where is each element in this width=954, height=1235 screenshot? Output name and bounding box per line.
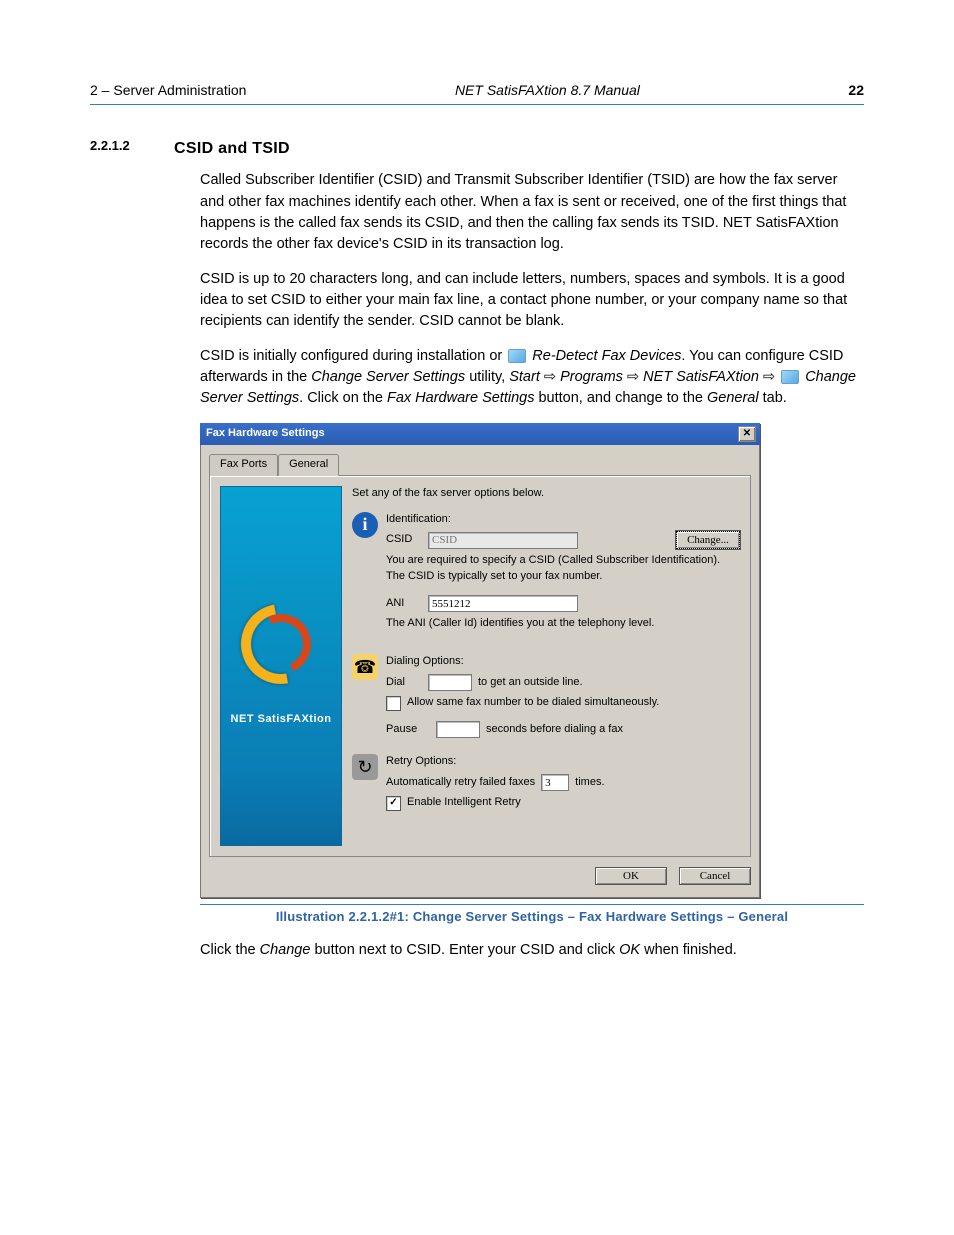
dial-suffix: to get an outside line. bbox=[478, 675, 583, 691]
doc-icon bbox=[508, 349, 526, 363]
header-center: NET SatisFAXtion 8.7 Manual bbox=[246, 80, 848, 100]
tab-fax-ports[interactable]: Fax Ports bbox=[209, 454, 278, 476]
tab-general[interactable]: General bbox=[278, 454, 339, 476]
dialing-block: ☎ Dialing Options: Dial to get an outsid… bbox=[352, 654, 740, 742]
header-left: 2 – Server Administration bbox=[90, 80, 246, 100]
fax-hardware-settings-dialog: Fax Hardware Settings ✕ Fax Ports Genera… bbox=[200, 423, 760, 898]
pause-label: Pause bbox=[386, 722, 430, 738]
side-label: NET SatisFAXtion bbox=[231, 712, 332, 728]
page-header: 2 – Server Administration NET SatisFAXti… bbox=[90, 80, 864, 105]
retry-icon: ↻ bbox=[352, 754, 378, 780]
csid-label: CSID bbox=[386, 532, 422, 548]
intro-text: Set any of the fax server options below. bbox=[352, 486, 740, 502]
ani-input[interactable] bbox=[428, 595, 578, 612]
intelligent-retry-label: Enable Intelligent Retry bbox=[407, 795, 521, 811]
paragraph-after: Click the Change button next to CSID. En… bbox=[200, 940, 864, 961]
tabstrip: Fax Ports General bbox=[209, 453, 751, 475]
auto-retry-suffix: times. bbox=[575, 775, 604, 791]
csid-help: You are required to specify a CSID (Call… bbox=[386, 553, 740, 585]
retry-heading: Retry Options: bbox=[386, 754, 740, 770]
paragraph-3: CSID is initially configured during inst… bbox=[200, 346, 864, 409]
section-number: 2.2.1.2 bbox=[90, 137, 146, 160]
pause-input[interactable] bbox=[436, 721, 480, 738]
ok-button[interactable]: OK bbox=[595, 867, 667, 885]
auto-retry-label: Automatically retry failed faxes bbox=[386, 775, 535, 791]
page-number: 22 bbox=[848, 80, 864, 100]
allow-same-label: Allow same fax number to be dialed simul… bbox=[407, 695, 659, 711]
csid-input[interactable] bbox=[428, 532, 578, 549]
close-icon[interactable]: ✕ bbox=[738, 426, 756, 442]
swirl-logo-icon bbox=[241, 604, 321, 684]
side-panel: NET SatisFAXtion bbox=[220, 486, 342, 846]
paragraph-1: Called Subscriber Identifier (CSID) and … bbox=[200, 170, 864, 254]
allow-same-checkbox[interactable] bbox=[386, 696, 401, 711]
dialing-heading: Dialing Options: bbox=[386, 654, 740, 670]
ani-label: ANI bbox=[386, 596, 422, 612]
identification-block: i Identification: CSID Change... You are… bbox=[352, 512, 740, 643]
identification-heading: Identification: bbox=[386, 512, 740, 528]
retry-block: ↻ Retry Options: Automatically retry fai… bbox=[352, 754, 740, 815]
dial-input[interactable] bbox=[428, 674, 472, 691]
phone-icon: ☎ bbox=[352, 654, 378, 680]
dialog-title: Fax Hardware Settings bbox=[206, 426, 738, 442]
section-heading: 2.2.1.2 CSID and TSID bbox=[90, 137, 864, 160]
pause-suffix: seconds before dialing a fax bbox=[486, 722, 623, 738]
dialog-button-row: OK Cancel bbox=[209, 867, 751, 885]
dial-label: Dial bbox=[386, 675, 422, 691]
intelligent-retry-checkbox[interactable] bbox=[386, 796, 401, 811]
figure-caption: Illustration 2.2.1.2#1: Change Server Se… bbox=[200, 904, 864, 927]
info-icon: i bbox=[352, 512, 378, 538]
section-title: CSID and TSID bbox=[174, 137, 290, 160]
change-button[interactable]: Change... bbox=[676, 531, 740, 549]
dialog-titlebar[interactable]: Fax Hardware Settings ✕ bbox=[200, 423, 760, 445]
ani-help: The ANI (Caller Id) identifies you at th… bbox=[386, 616, 740, 632]
cancel-button[interactable]: Cancel bbox=[679, 867, 751, 885]
paragraph-2: CSID is up to 20 characters long, and ca… bbox=[200, 269, 864, 332]
auto-retry-input[interactable] bbox=[541, 774, 569, 791]
tab-pane-general: NET SatisFAXtion Set any of the fax serv… bbox=[209, 475, 751, 857]
doc-icon bbox=[781, 370, 799, 384]
